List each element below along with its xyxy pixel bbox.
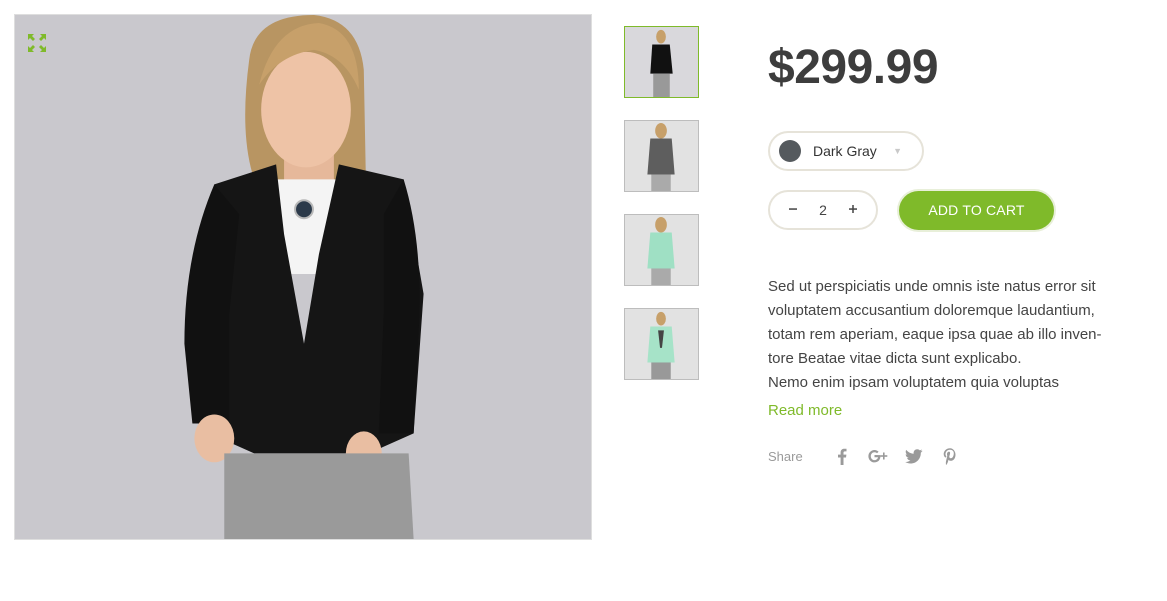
share-label: Share: [768, 448, 803, 464]
thumbnail-list: [624, 26, 699, 402]
add-to-cart-button[interactable]: ADD TO CART: [899, 190, 1054, 230]
twitter-icon[interactable]: [903, 445, 925, 467]
plus-icon[interactable]: [846, 203, 860, 217]
description-line: Nemo enim ipsam voluptatem quia voluptas: [768, 374, 1059, 391]
read-more-link[interactable]: Read more: [768, 402, 842, 419]
color-swatch: [779, 140, 801, 162]
product-photo: [15, 15, 591, 539]
description-line: tore Beatae vitae dicta sunt explicabo.: [768, 350, 1022, 367]
quantity-stepper: 2: [768, 190, 878, 230]
thumbnail-1[interactable]: [624, 26, 699, 98]
product-description: Sed ut perspiciatis unde omnis iste natu…: [768, 275, 1123, 395]
pinterest-icon[interactable]: [939, 445, 961, 467]
minus-icon[interactable]: [786, 203, 800, 217]
color-select-value: Dark Gray: [813, 143, 877, 159]
facebook-icon[interactable]: [831, 445, 853, 467]
color-select[interactable]: Dark Gray ▼: [768, 131, 924, 171]
google-plus-icon[interactable]: [867, 445, 889, 467]
description-line: Sed ut perspiciatis unde omnis iste natu…: [768, 278, 1096, 295]
chevron-down-icon: ▼: [893, 146, 902, 156]
product-page: $299.99 Dark Gray ▼ 2 ADD TO CART Sed ut…: [0, 0, 1167, 601]
share-row: Share: [768, 445, 1148, 467]
description-line: totam rem aperiam, eaque ipsa quae ab il…: [768, 326, 1102, 343]
main-product-image[interactable]: [14, 14, 592, 540]
thumbnail-4[interactable]: [624, 308, 699, 380]
product-details: $299.99 Dark Gray ▼ 2 ADD TO CART Sed ut…: [768, 40, 1148, 467]
product-price: $299.99: [768, 41, 939, 94]
cart-row: 2 ADD TO CART: [768, 190, 1148, 230]
thumbnail-2[interactable]: [624, 120, 699, 192]
quantity-input[interactable]: 2: [811, 202, 835, 218]
expand-icon[interactable]: [27, 33, 47, 53]
thumbnail-3[interactable]: [624, 214, 699, 286]
description-line: voluptatem accusantium doloremque laudan…: [768, 302, 1095, 319]
